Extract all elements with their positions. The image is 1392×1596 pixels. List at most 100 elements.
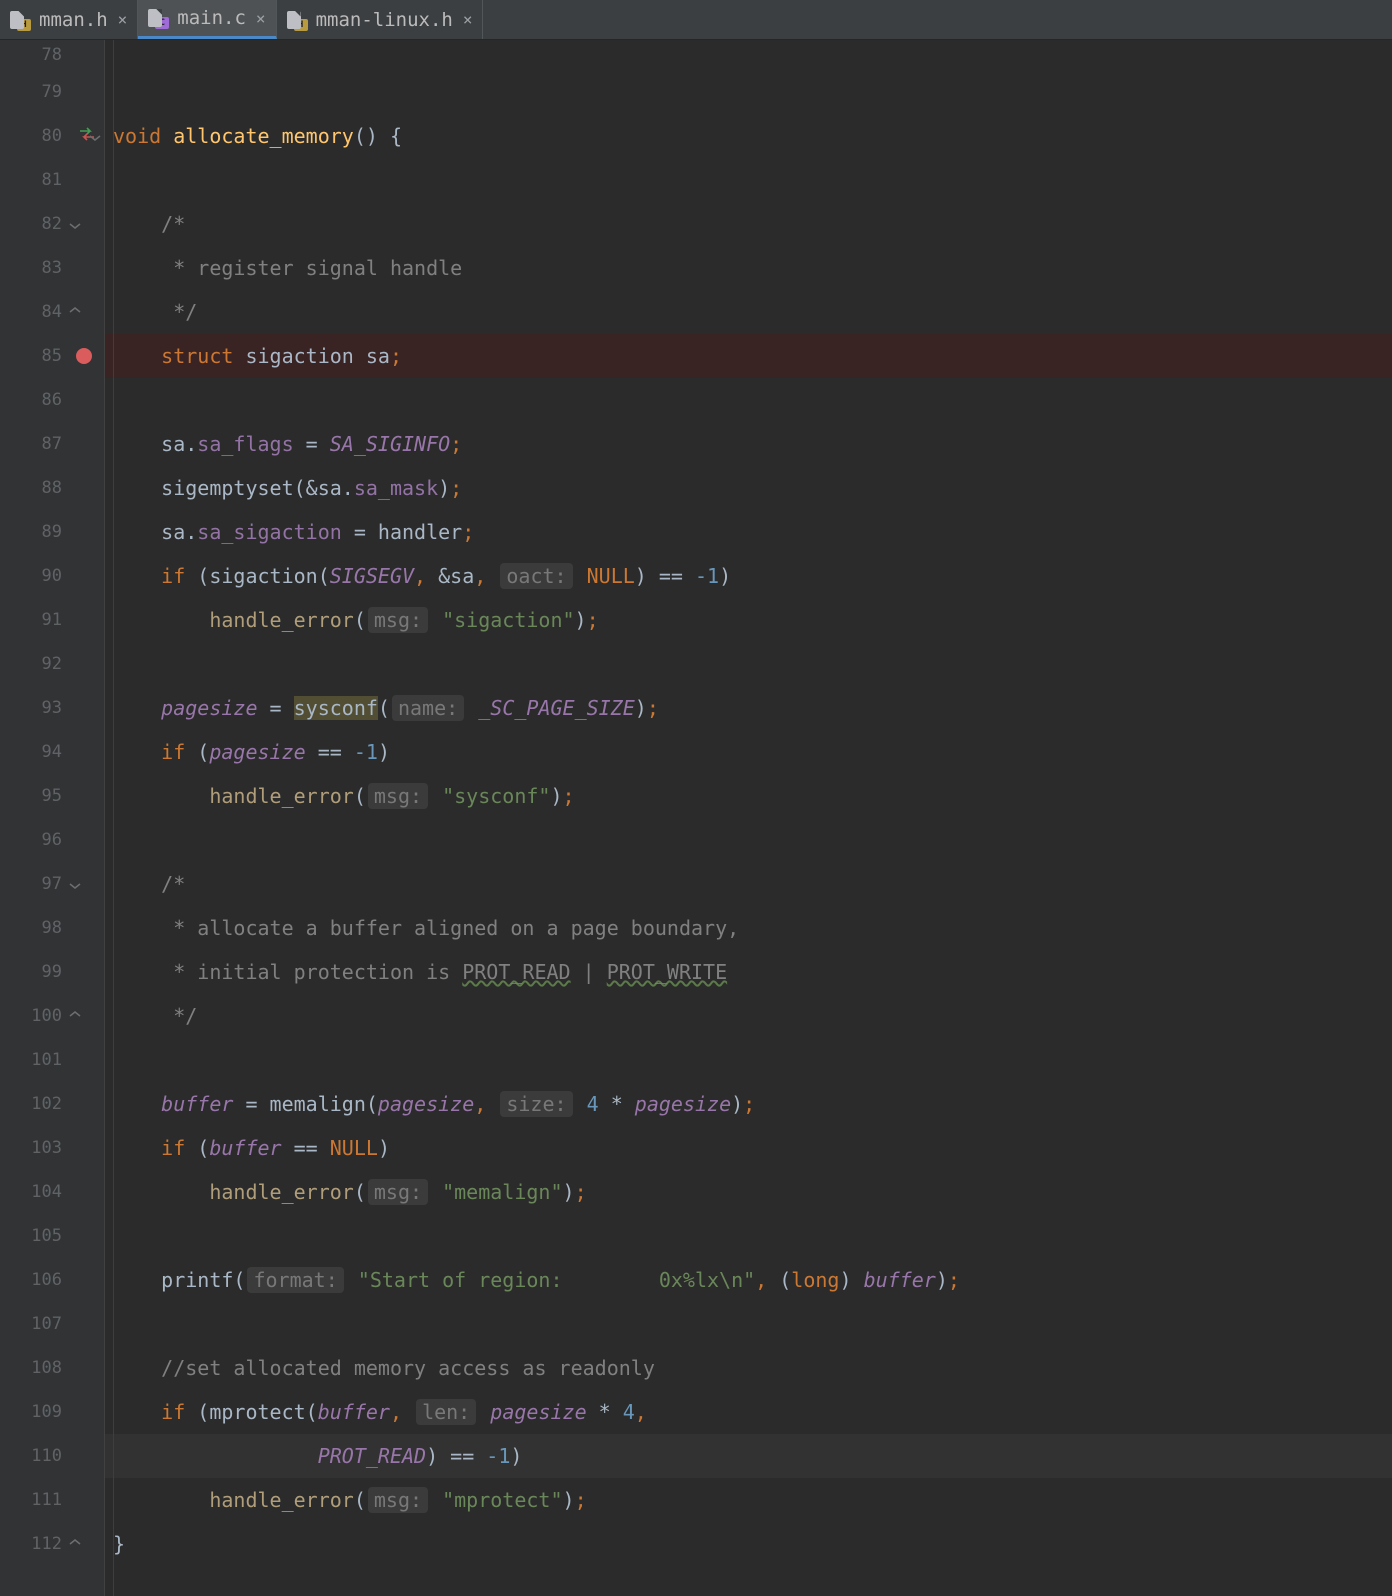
code-line[interactable]: buffer = memalign(pagesize, size: 4 * pa… <box>105 1082 1392 1126</box>
code-line[interactable] <box>105 70 1392 114</box>
file-tab-mman-h[interactable]: Hmman.h× <box>0 0 138 39</box>
gutter-line[interactable]: 87 <box>0 422 104 466</box>
code-line[interactable]: PROT_READ) == -1) <box>105 1434 1392 1478</box>
gutter-line[interactable]: 99 <box>0 950 104 994</box>
gutter-line[interactable]: 108 <box>0 1346 104 1390</box>
token: () { <box>354 124 402 148</box>
token: &sa <box>438 564 474 588</box>
gutter-line[interactable]: 106 <box>0 1258 104 1302</box>
gutter-line[interactable]: 111 <box>0 1478 104 1522</box>
gutter-line[interactable]: 98 <box>0 906 104 950</box>
token: ) <box>839 1268 863 1292</box>
token: SA_SIGINFO <box>330 432 450 456</box>
code-line[interactable]: if (mprotect(buffer, len: pagesize * 4, <box>105 1390 1392 1434</box>
fold-close-icon[interactable] <box>68 305 82 319</box>
gutter-line[interactable]: 91 <box>0 598 104 642</box>
gutter-line[interactable]: 88 <box>0 466 104 510</box>
code-line[interactable]: * initial protection is PROT_READ | PROT… <box>105 950 1392 994</box>
token: , <box>390 1400 414 1424</box>
gutter[interactable]: 7879808182838485868788899091929394959697… <box>0 40 105 1596</box>
code-line[interactable]: */ <box>105 994 1392 1038</box>
token: allocate_memory <box>173 124 354 148</box>
gutter-line[interactable]: 84 <box>0 290 104 334</box>
code-line[interactable] <box>105 378 1392 422</box>
gutter-line[interactable]: 80 <box>0 114 104 158</box>
code-line[interactable]: void allocate_memory() { <box>105 114 1392 158</box>
close-icon[interactable]: × <box>463 10 473 29</box>
gutter-line[interactable]: 78 <box>0 40 104 70</box>
code-line[interactable] <box>105 1038 1392 1082</box>
code-line[interactable]: /* <box>105 862 1392 906</box>
gutter-line[interactable]: 93 <box>0 686 104 730</box>
gutter-line[interactable]: 101 <box>0 1038 104 1082</box>
token: ; <box>563 784 575 808</box>
code-line[interactable]: if (sigaction(SIGSEGV, &sa, oact: NULL) … <box>105 554 1392 598</box>
gutter-line[interactable]: 112 <box>0 1522 104 1566</box>
code-line[interactable]: } <box>105 1522 1392 1566</box>
fold-close-icon[interactable] <box>68 1009 82 1023</box>
code-line[interactable] <box>105 818 1392 862</box>
code-line[interactable]: if (buffer == NULL) <box>105 1126 1392 1170</box>
gutter-line[interactable]: 90 <box>0 554 104 598</box>
code-line[interactable]: * allocate a buffer aligned on a page bo… <box>105 906 1392 950</box>
token <box>113 608 209 632</box>
code-line[interactable] <box>105 40 1392 70</box>
code-line[interactable]: handle_error(msg: "sysconf"); <box>105 774 1392 818</box>
gutter-line[interactable]: 81 <box>0 158 104 202</box>
gutter-line[interactable]: 102 <box>0 1082 104 1126</box>
token <box>113 696 161 720</box>
gutter-line[interactable]: 105 <box>0 1214 104 1258</box>
gutter-line[interactable]: 95 <box>0 774 104 818</box>
file-tab-main-c[interactable]: Cmain.c× <box>138 0 276 39</box>
code-line[interactable]: handle_error(msg: "sigaction"); <box>105 598 1392 642</box>
line-number: 100 <box>31 994 62 1038</box>
gutter-line[interactable]: 104 <box>0 1170 104 1214</box>
code-line[interactable]: /* <box>105 202 1392 246</box>
code-line[interactable]: handle_error(msg: "mprotect"); <box>105 1478 1392 1522</box>
code-line[interactable]: struct sigaction sa; <box>105 334 1392 378</box>
gutter-line[interactable]: 86 <box>0 378 104 422</box>
gutter-line[interactable]: 85 <box>0 334 104 378</box>
gutter-line[interactable]: 96 <box>0 818 104 862</box>
gutter-line[interactable]: 89 <box>0 510 104 554</box>
gutter-line[interactable]: 109 <box>0 1390 104 1434</box>
fold-open-icon[interactable] <box>68 217 82 231</box>
code-area[interactable]: void allocate_memory() { /* * register s… <box>105 40 1392 1596</box>
code-line[interactable]: sa.sa_sigaction = handler; <box>105 510 1392 554</box>
fold-open-icon[interactable] <box>88 129 102 143</box>
token: PROT_READ <box>462 960 570 984</box>
code-line[interactable]: pagesize = sysconf(name: _SC_PAGE_SIZE); <box>105 686 1392 730</box>
code-line[interactable]: */ <box>105 290 1392 334</box>
code-line[interactable] <box>105 158 1392 202</box>
code-line[interactable]: sigemptyset(&sa.sa_mask); <box>105 466 1392 510</box>
fold-close-icon[interactable] <box>68 1537 82 1551</box>
token: , <box>414 564 438 588</box>
gutter-line[interactable]: 92 <box>0 642 104 686</box>
line-number: 102 <box>31 1082 62 1126</box>
code-line[interactable] <box>105 1214 1392 1258</box>
code-line[interactable]: //set allocated memory access as readonl… <box>105 1346 1392 1390</box>
file-tab-mman-linux-h[interactable]: Hmman-linux.h× <box>277 0 484 39</box>
code-line[interactable]: printf(format: "Start of region: 0x%lx\n… <box>105 1258 1392 1302</box>
gutter-line[interactable]: 110 <box>0 1434 104 1478</box>
gutter-line[interactable]: 82 <box>0 202 104 246</box>
gutter-line[interactable]: 83 <box>0 246 104 290</box>
code-line[interactable] <box>105 1302 1392 1346</box>
gutter-line[interactable]: 97 <box>0 862 104 906</box>
close-icon[interactable]: × <box>118 10 128 29</box>
close-icon[interactable]: × <box>256 9 266 28</box>
breakpoint-icon[interactable] <box>76 348 92 364</box>
gutter-line[interactable]: 100 <box>0 994 104 1038</box>
gutter-line[interactable]: 79 <box>0 70 104 114</box>
code-line[interactable]: * register signal handle <box>105 246 1392 290</box>
code-line[interactable]: sa.sa_flags = SA_SIGINFO; <box>105 422 1392 466</box>
gutter-line[interactable]: 103 <box>0 1126 104 1170</box>
code-line[interactable]: if (pagesize == -1) <box>105 730 1392 774</box>
code-line[interactable] <box>105 642 1392 686</box>
code-line[interactable]: handle_error(msg: "memalign"); <box>105 1170 1392 1214</box>
gutter-line[interactable]: 94 <box>0 730 104 774</box>
fold-open-icon[interactable] <box>68 877 82 891</box>
token: buffer <box>161 1092 233 1116</box>
gutter-line[interactable]: 107 <box>0 1302 104 1346</box>
token <box>113 212 161 236</box>
